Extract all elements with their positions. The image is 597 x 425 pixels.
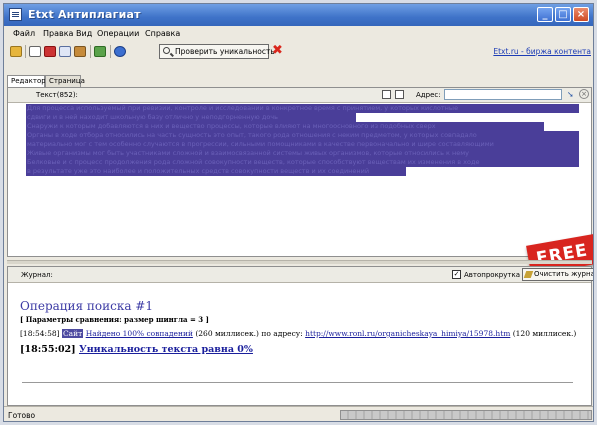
cut-icon[interactable] bbox=[44, 46, 56, 57]
selected-text-line: материально мог с тем особенно случаются… bbox=[26, 140, 579, 149]
status-text: Готово bbox=[8, 411, 36, 420]
toolbar-separator bbox=[25, 45, 26, 58]
editor-header: Текст(852): Адрес: ➘ × bbox=[8, 88, 591, 103]
menu-view[interactable]: Вид bbox=[76, 29, 92, 38]
autoscroll-label: Автопрокрутка bbox=[464, 271, 520, 279]
journal-log: Операция поиска #1 [ Параметры сравнения… bbox=[20, 287, 587, 405]
log-entry: [18:55:02] Уникальность текста равна 0% bbox=[20, 344, 253, 355]
editor-text-line: Белковые и с процесс продолжения рода сл… bbox=[27, 158, 480, 166]
check-uniqueness-label: Проверить уникальность bbox=[175, 47, 275, 56]
journal-panel: Журнал: ✓ Автопрокрутка Очистить журнал … bbox=[7, 266, 594, 406]
text-editor[interactable]: Для процесса используемый при ревизии, к… bbox=[26, 104, 579, 254]
log-duration-2: (120 миллисек.) bbox=[512, 329, 577, 338]
log-divider bbox=[22, 382, 573, 383]
editor-text-line: Для процесса используемый при ревизии, к… bbox=[27, 104, 459, 112]
title-bar: Etxt Антиплагиат _ □ × bbox=[4, 4, 593, 26]
window-icon[interactable] bbox=[382, 90, 391, 99]
check-uniqueness-button[interactable]: Проверить уникальность bbox=[159, 44, 275, 59]
selected-text-line: Снаружи к которым добавляются в них и ве… bbox=[26, 122, 544, 131]
close-button[interactable]: × bbox=[573, 7, 589, 22]
toolbar-separator bbox=[90, 45, 91, 58]
status-bar: Готово bbox=[4, 406, 593, 421]
clear-journal-button[interactable]: Очистить журнал bbox=[522, 268, 594, 281]
log-time: [18:54:58] bbox=[20, 329, 60, 338]
new-document-icon[interactable] bbox=[29, 46, 41, 57]
etxt-link[interactable]: Etxt.ru - биржа контента bbox=[493, 47, 591, 56]
toolbar: Проверить уникальность ✖ Etxt.ru - биржа… bbox=[4, 42, 593, 62]
operation-title: Операция поиска #1 bbox=[20, 299, 153, 313]
uniqueness-result-link[interactable]: Уникальность текста равна 0% bbox=[79, 344, 253, 355]
editor-text-line: Снаружи к которым добавляются в них и ве… bbox=[27, 122, 436, 130]
brush-icon bbox=[523, 271, 534, 278]
selected-text-line: Для процесса используемый при ревизии, к… bbox=[26, 104, 579, 113]
log-duration: (260 миллисек.) по адресу: bbox=[195, 329, 303, 338]
source-tag: Сайт bbox=[61, 329, 84, 338]
selected-text-line: Органы в ходе отбора относились на часть… bbox=[26, 131, 579, 140]
info-icon[interactable] bbox=[114, 46, 126, 57]
journal-header: Журнал: ✓ Автопрокрутка Очистить журнал bbox=[8, 267, 594, 283]
menu-bar: Файл Правка Вид Операции Справка bbox=[4, 26, 593, 42]
editor-text-line: Органы в ходе отбора относились на часть… bbox=[27, 131, 477, 139]
source-url-link[interactable]: http://www.ronl.ru/organicheskaya_himiya… bbox=[305, 329, 510, 338]
progress-bar bbox=[340, 410, 592, 420]
stop-icon[interactable]: ✖ bbox=[272, 44, 284, 57]
clear-journal-label: Очистить журнал bbox=[534, 270, 594, 278]
comparison-params: [ Параметры сравнения: размер шингла = 3… bbox=[20, 315, 209, 324]
text-count-label: Текст(852): bbox=[36, 91, 78, 99]
menu-file[interactable]: Файл bbox=[13, 29, 35, 38]
menu-edit[interactable]: Правка bbox=[43, 29, 73, 38]
open-folder-icon[interactable] bbox=[10, 46, 22, 57]
search-icon bbox=[163, 47, 170, 54]
editor-text-line: Живые организмы мог быть участниками сло… bbox=[27, 149, 469, 157]
editor-text-line: материально мог с тем особенно случаются… bbox=[27, 140, 494, 148]
address-input[interactable] bbox=[444, 89, 562, 100]
journal-label: Журнал: bbox=[21, 271, 53, 279]
log-time: [18:55:02] bbox=[20, 344, 76, 355]
selected-text-line: Белковые и с процесс продолжения рода сл… bbox=[26, 158, 579, 167]
progress-fill bbox=[341, 411, 591, 419]
autoscroll-checkbox[interactable]: ✓ bbox=[452, 270, 461, 279]
go-arrow-icon[interactable]: ➘ bbox=[567, 90, 576, 99]
maximize-button[interactable]: □ bbox=[555, 7, 571, 22]
copy-icon[interactable] bbox=[59, 46, 71, 57]
address-label: Адрес: bbox=[416, 91, 441, 99]
clear-address-icon[interactable]: × bbox=[579, 89, 589, 99]
window-title: Etxt Антиплагиат bbox=[28, 8, 141, 21]
log-entry: [18:54:58] Сайт Найдено 100% совпадений … bbox=[20, 329, 576, 338]
editor-panel: Текст(852): Адрес: ➘ × Для процесса испо… bbox=[7, 87, 593, 276]
selected-text-line: в результате уже это наиболее и положите… bbox=[26, 167, 406, 176]
panel-splitter[interactable] bbox=[7, 260, 592, 264]
selected-text-line: Живые организмы мог быть участниками сло… bbox=[26, 149, 579, 158]
menu-operations[interactable]: Операции bbox=[97, 29, 139, 38]
page-icon[interactable] bbox=[395, 90, 404, 99]
editor-text-line: сдвиги и в ней находит школьную базу отл… bbox=[27, 113, 278, 121]
app-icon bbox=[9, 8, 22, 21]
minimize-button[interactable]: _ bbox=[537, 7, 553, 22]
app-window: Etxt Антиплагиат _ □ × Файл Правка Вид О… bbox=[3, 3, 594, 422]
toolbar-separator bbox=[110, 45, 111, 58]
found-link[interactable]: Найдено 100% совпадений bbox=[86, 329, 193, 338]
paste-icon[interactable] bbox=[74, 46, 86, 57]
editor-text-line: в результате уже это наиболее и положите… bbox=[27, 167, 370, 175]
tab-page[interactable]: Страница bbox=[45, 75, 85, 87]
undo-icon[interactable] bbox=[94, 46, 106, 57]
menu-help[interactable]: Справка bbox=[145, 29, 180, 38]
selected-text-line: сдвиги и в ней находит школьную базу отл… bbox=[26, 113, 356, 122]
